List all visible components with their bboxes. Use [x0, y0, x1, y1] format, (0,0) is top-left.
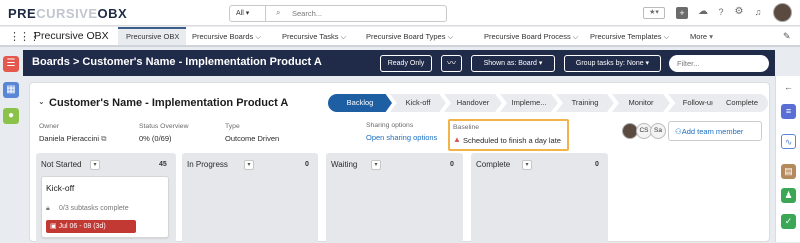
tab-precursive-tasks[interactable]: Precursive Tasks ⌵: [282, 27, 362, 45]
tab-precursive-board-process[interactable]: Precursive Board Process ⌵: [484, 27, 588, 45]
external-link-icon: ⧉: [101, 134, 107, 143]
app-name: Precursive OBX: [34, 30, 109, 42]
open-sharing-options-link[interactable]: Open sharing options: [366, 133, 437, 142]
add-team-member-button[interactable]: ⚇Add team member: [668, 121, 762, 141]
owner-value[interactable]: Daniela Pieraccini ⧉: [39, 134, 106, 144]
user-avatar[interactable]: [773, 3, 792, 22]
tab-more[interactable]: More ▾: [690, 27, 730, 45]
task-title: Kick-off: [46, 183, 75, 193]
sharing-options-label: Sharing options: [366, 122, 414, 129]
baseline-value: Scheduled to finish a day late: [463, 136, 561, 145]
right-utility-rail: ← ≡ ∿ ▤ ♟ ✓: [775, 76, 800, 242]
stage-training[interactable]: Training: [556, 94, 614, 112]
column-complete: Complete ▾ 0: [471, 153, 608, 243]
warning-icon: ▲: [453, 135, 461, 144]
column-count: 45: [159, 161, 167, 168]
activity-icon[interactable]: ∿: [781, 134, 796, 149]
task-card[interactable]: Kick-off 🔒︎ 0/3 subtasks complete ▣ Jul …: [41, 176, 169, 238]
column-menu-dropdown[interactable]: ▾: [90, 160, 100, 170]
tab-precursive-boards[interactable]: Precursive Boards ⌵: [190, 27, 270, 45]
checklist-icon[interactable]: ☰: [3, 56, 19, 72]
tab-precursive-templates[interactable]: Precursive Templates ⌵: [590, 27, 686, 45]
global-search[interactable]: All ▾ ⌕ Search...: [229, 5, 447, 22]
shown-as-select[interactable]: Shown as: Board ▾: [471, 55, 555, 72]
back-arrow-icon[interactable]: ←: [784, 82, 793, 92]
column-title: Waiting: [331, 160, 358, 169]
column-menu-dropdown[interactable]: ▾: [522, 160, 532, 170]
tab-precursive-obx[interactable]: Precursive OBX: [118, 27, 186, 45]
check-icon[interactable]: ✓: [781, 214, 796, 229]
tab-precursive-board-types[interactable]: Precursive Board Types ⌵: [366, 27, 470, 45]
lock-icon: 🔒︎: [46, 205, 50, 212]
record-title: Customer's Name - Implementation Product…: [49, 97, 289, 109]
stage-kick-off[interactable]: Kick-off: [390, 94, 446, 112]
global-header: PRECURSIVEOBX All ▾ ⌕ Search... ★▾ + ☁ ?…: [0, 0, 800, 26]
trailhead-icon[interactable]: ☁: [697, 6, 709, 18]
column-menu-dropdown[interactable]: ▾: [244, 160, 254, 170]
column-title: Not Started: [41, 160, 82, 169]
board-breadcrumb[interactable]: Boards > Customer's Name - Implementatio…: [32, 56, 322, 68]
user-plus-icon[interactable]: ♟: [781, 188, 796, 203]
column-waiting: Waiting ▾ 0: [326, 153, 463, 243]
ready-only-button[interactable]: Ready Only: [380, 55, 432, 72]
search-scope-select[interactable]: All ▾: [230, 6, 266, 21]
stage-implementation[interactable]: Impleme...: [500, 94, 558, 112]
app-nav-bar: ⋮⋮⋮ Precursive OBX Precursive OBX Precur…: [0, 27, 800, 47]
calendar-icon: ▣: [50, 223, 57, 230]
pencil-icon[interactable]: ✎: [783, 31, 791, 42]
owner-label: Owner: [39, 123, 60, 130]
status-overview-value: 0% (0/69): [139, 134, 172, 143]
lightbulb-icon[interactable]: ●: [3, 108, 19, 124]
board-icon[interactable]: ▦: [3, 82, 19, 98]
favorites-star-icon[interactable]: ★▾: [643, 7, 665, 19]
stage-complete[interactable]: Complete: [706, 94, 768, 112]
baseline-label: Baseline: [453, 124, 480, 131]
type-value: Outcome Driven: [225, 134, 280, 143]
stage-monitor[interactable]: Monitor: [612, 94, 670, 112]
search-input[interactable]: Search...: [292, 9, 322, 18]
help-icon[interactable]: ?: [715, 6, 727, 18]
type-label: Type: [225, 123, 240, 130]
team-member-avatar-sa[interactable]: Sa: [650, 123, 666, 139]
list-icon[interactable]: ≡: [781, 104, 796, 119]
column-in-progress: In Progress ▾ 0: [182, 153, 318, 243]
stage-handover[interactable]: Handover: [444, 94, 502, 112]
collapse-chevron-icon[interactable]: ⌄: [38, 97, 45, 106]
pulse-icon[interactable]: 〰: [441, 55, 462, 72]
task-date-badge: ▣ Jul 06 - 08 (3d): [46, 220, 136, 233]
notes-icon[interactable]: ▤: [781, 164, 796, 179]
stage-backlog[interactable]: Backlog: [328, 94, 392, 112]
user-plus-icon: ⚇: [675, 127, 682, 136]
bell-icon[interactable]: ♫: [752, 6, 764, 18]
logo[interactable]: PRECURSIVEOBX: [8, 6, 127, 21]
plus-icon[interactable]: +: [676, 7, 688, 19]
search-icon: ⌕: [276, 8, 281, 17]
baseline-box: Baseline ▲ Scheduled to finish a day lat…: [448, 119, 569, 151]
gear-icon[interactable]: ⚙: [733, 6, 745, 18]
status-overview-label: Status Overview: [139, 123, 189, 130]
column-count: 0: [305, 161, 309, 168]
column-title: In Progress: [187, 160, 228, 169]
column-menu-dropdown[interactable]: ▾: [371, 160, 381, 170]
group-tasks-select[interactable]: Group tasks by: None ▾: [564, 55, 661, 72]
column-count: 0: [595, 161, 599, 168]
subtasks-progress: 0/3 subtasks complete: [59, 205, 129, 212]
column-title: Complete: [476, 160, 511, 169]
column-count: 0: [450, 161, 454, 168]
filter-input[interactable]: Filter...: [669, 55, 769, 72]
left-utility-rail: ☰ ▦ ●: [0, 50, 23, 242]
board-header-bar: Boards > Customer's Name - Implementatio…: [23, 50, 775, 76]
